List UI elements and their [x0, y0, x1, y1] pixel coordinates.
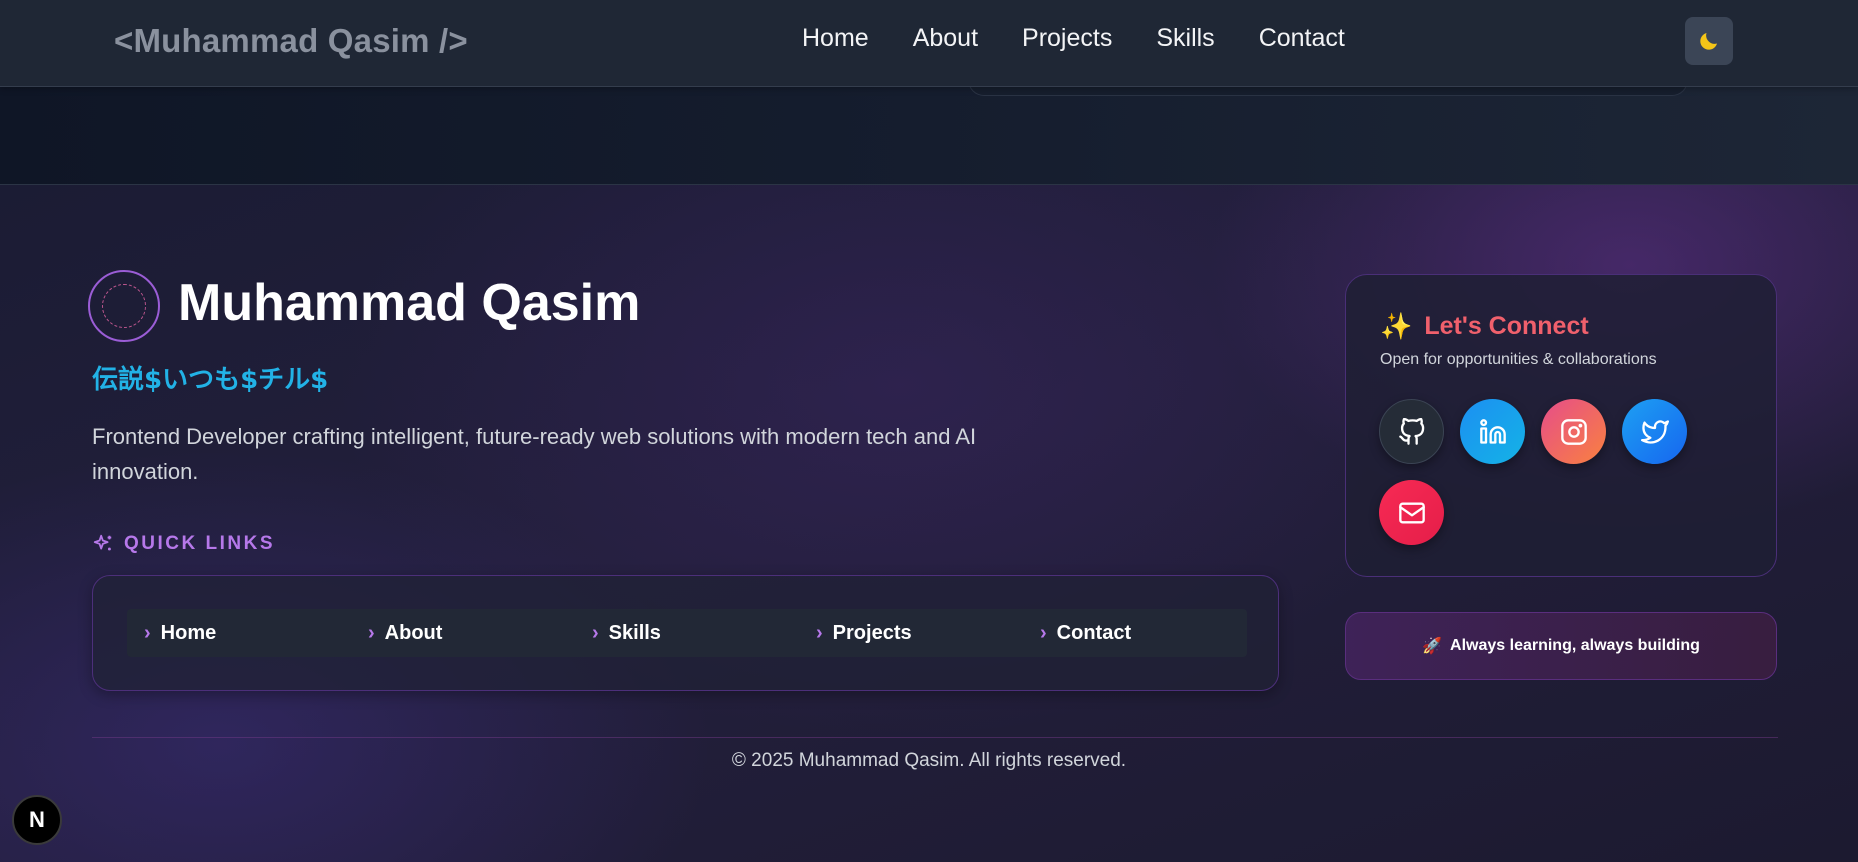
mail-icon [1398, 502, 1425, 523]
nav-link-projects[interactable]: Projects [1022, 24, 1112, 53]
learning-badge-text: Always learning, always building [1450, 637, 1700, 654]
instagram-icon [1560, 418, 1587, 445]
moon-icon [1700, 33, 1717, 50]
quick-link-skills[interactable]: › Skills [575, 622, 799, 645]
quick-link-label: Skills [608, 621, 661, 644]
sparkles-icon [93, 534, 112, 551]
nav-link-about[interactable]: About [913, 24, 978, 53]
email-link[interactable] [1379, 480, 1444, 545]
quick-links-title: QUICK LINKS [124, 533, 275, 554]
quick-link-label: Contact [1056, 621, 1132, 644]
logo-inner-ring [102, 284, 146, 328]
github-link[interactable] [1379, 399, 1444, 464]
connect-card: ✨ Let's Connect Open for opportunities &… [1345, 274, 1777, 577]
quick-links-panel: › Home › About › Skills › Projects › Con… [92, 575, 1279, 691]
quick-link-label: Home [160, 621, 217, 644]
chevron-right-icon: › [368, 621, 375, 644]
chevron-right-icon: › [816, 621, 823, 644]
chevron-right-icon: › [592, 621, 599, 644]
twitter-icon [1640, 419, 1669, 444]
footer-logo [88, 270, 160, 342]
connect-title: Let's Connect [1424, 312, 1589, 340]
quick-link-home[interactable]: › Home [127, 622, 351, 645]
quick-link-projects[interactable]: › Projects [799, 622, 1023, 645]
nav-link-home[interactable]: Home [802, 24, 869, 53]
sparkles-emoji-icon: ✨ [1380, 311, 1413, 341]
github-icon [1398, 417, 1424, 445]
footer-name: Muhammad Qasim [178, 274, 641, 332]
chevron-right-icon: › [144, 621, 151, 644]
connect-heading: ✨ Let's Connect [1380, 311, 1589, 342]
footer-tagline: 伝説$いつも$チル$ [92, 365, 329, 395]
footer: Muhammad Qasim 伝説$いつも$チル$ Frontend Devel… [0, 184, 1858, 862]
navbar: <Muhammad Qasim /> Home About Projects S… [0, 0, 1858, 87]
nav-link-contact[interactable]: Contact [1259, 24, 1345, 53]
copyright-text: © 2025 Muhammad Qasim. All rights reserv… [731, 750, 1127, 771]
footer-description: Frontend Developer crafting intelligent,… [92, 424, 977, 484]
quick-link-contact[interactable]: › Contact [1023, 622, 1247, 645]
connect-subtitle: Open for opportunities & collaborations [1380, 351, 1657, 368]
linkedin-link[interactable] [1460, 399, 1525, 464]
nav-links: Home About Projects Skills Contact [802, 24, 1389, 53]
quick-links-row: › Home › About › Skills › Projects › Con… [127, 609, 1247, 657]
theme-toggle-button[interactable] [1685, 17, 1733, 65]
brand-logo[interactable]: <Muhammad Qasim /> [114, 22, 468, 60]
rocket-icon: 🚀 [1422, 638, 1443, 655]
quick-link-label: About [384, 621, 443, 644]
dev-tools-badge[interactable]: N [12, 795, 62, 845]
linkedin-icon [1479, 418, 1506, 444]
nav-link-skills[interactable]: Skills [1156, 24, 1214, 53]
quick-link-label: Projects [832, 621, 912, 644]
instagram-link[interactable] [1541, 399, 1606, 464]
quick-link-about[interactable]: › About [351, 622, 575, 645]
quick-links-heading: QUICK LINKS [92, 533, 275, 555]
footer-divider [92, 737, 1778, 738]
learning-badge: 🚀 Always learning, always building [1345, 612, 1777, 680]
twitter-link[interactable] [1622, 399, 1687, 464]
chevron-right-icon: › [1040, 621, 1047, 644]
